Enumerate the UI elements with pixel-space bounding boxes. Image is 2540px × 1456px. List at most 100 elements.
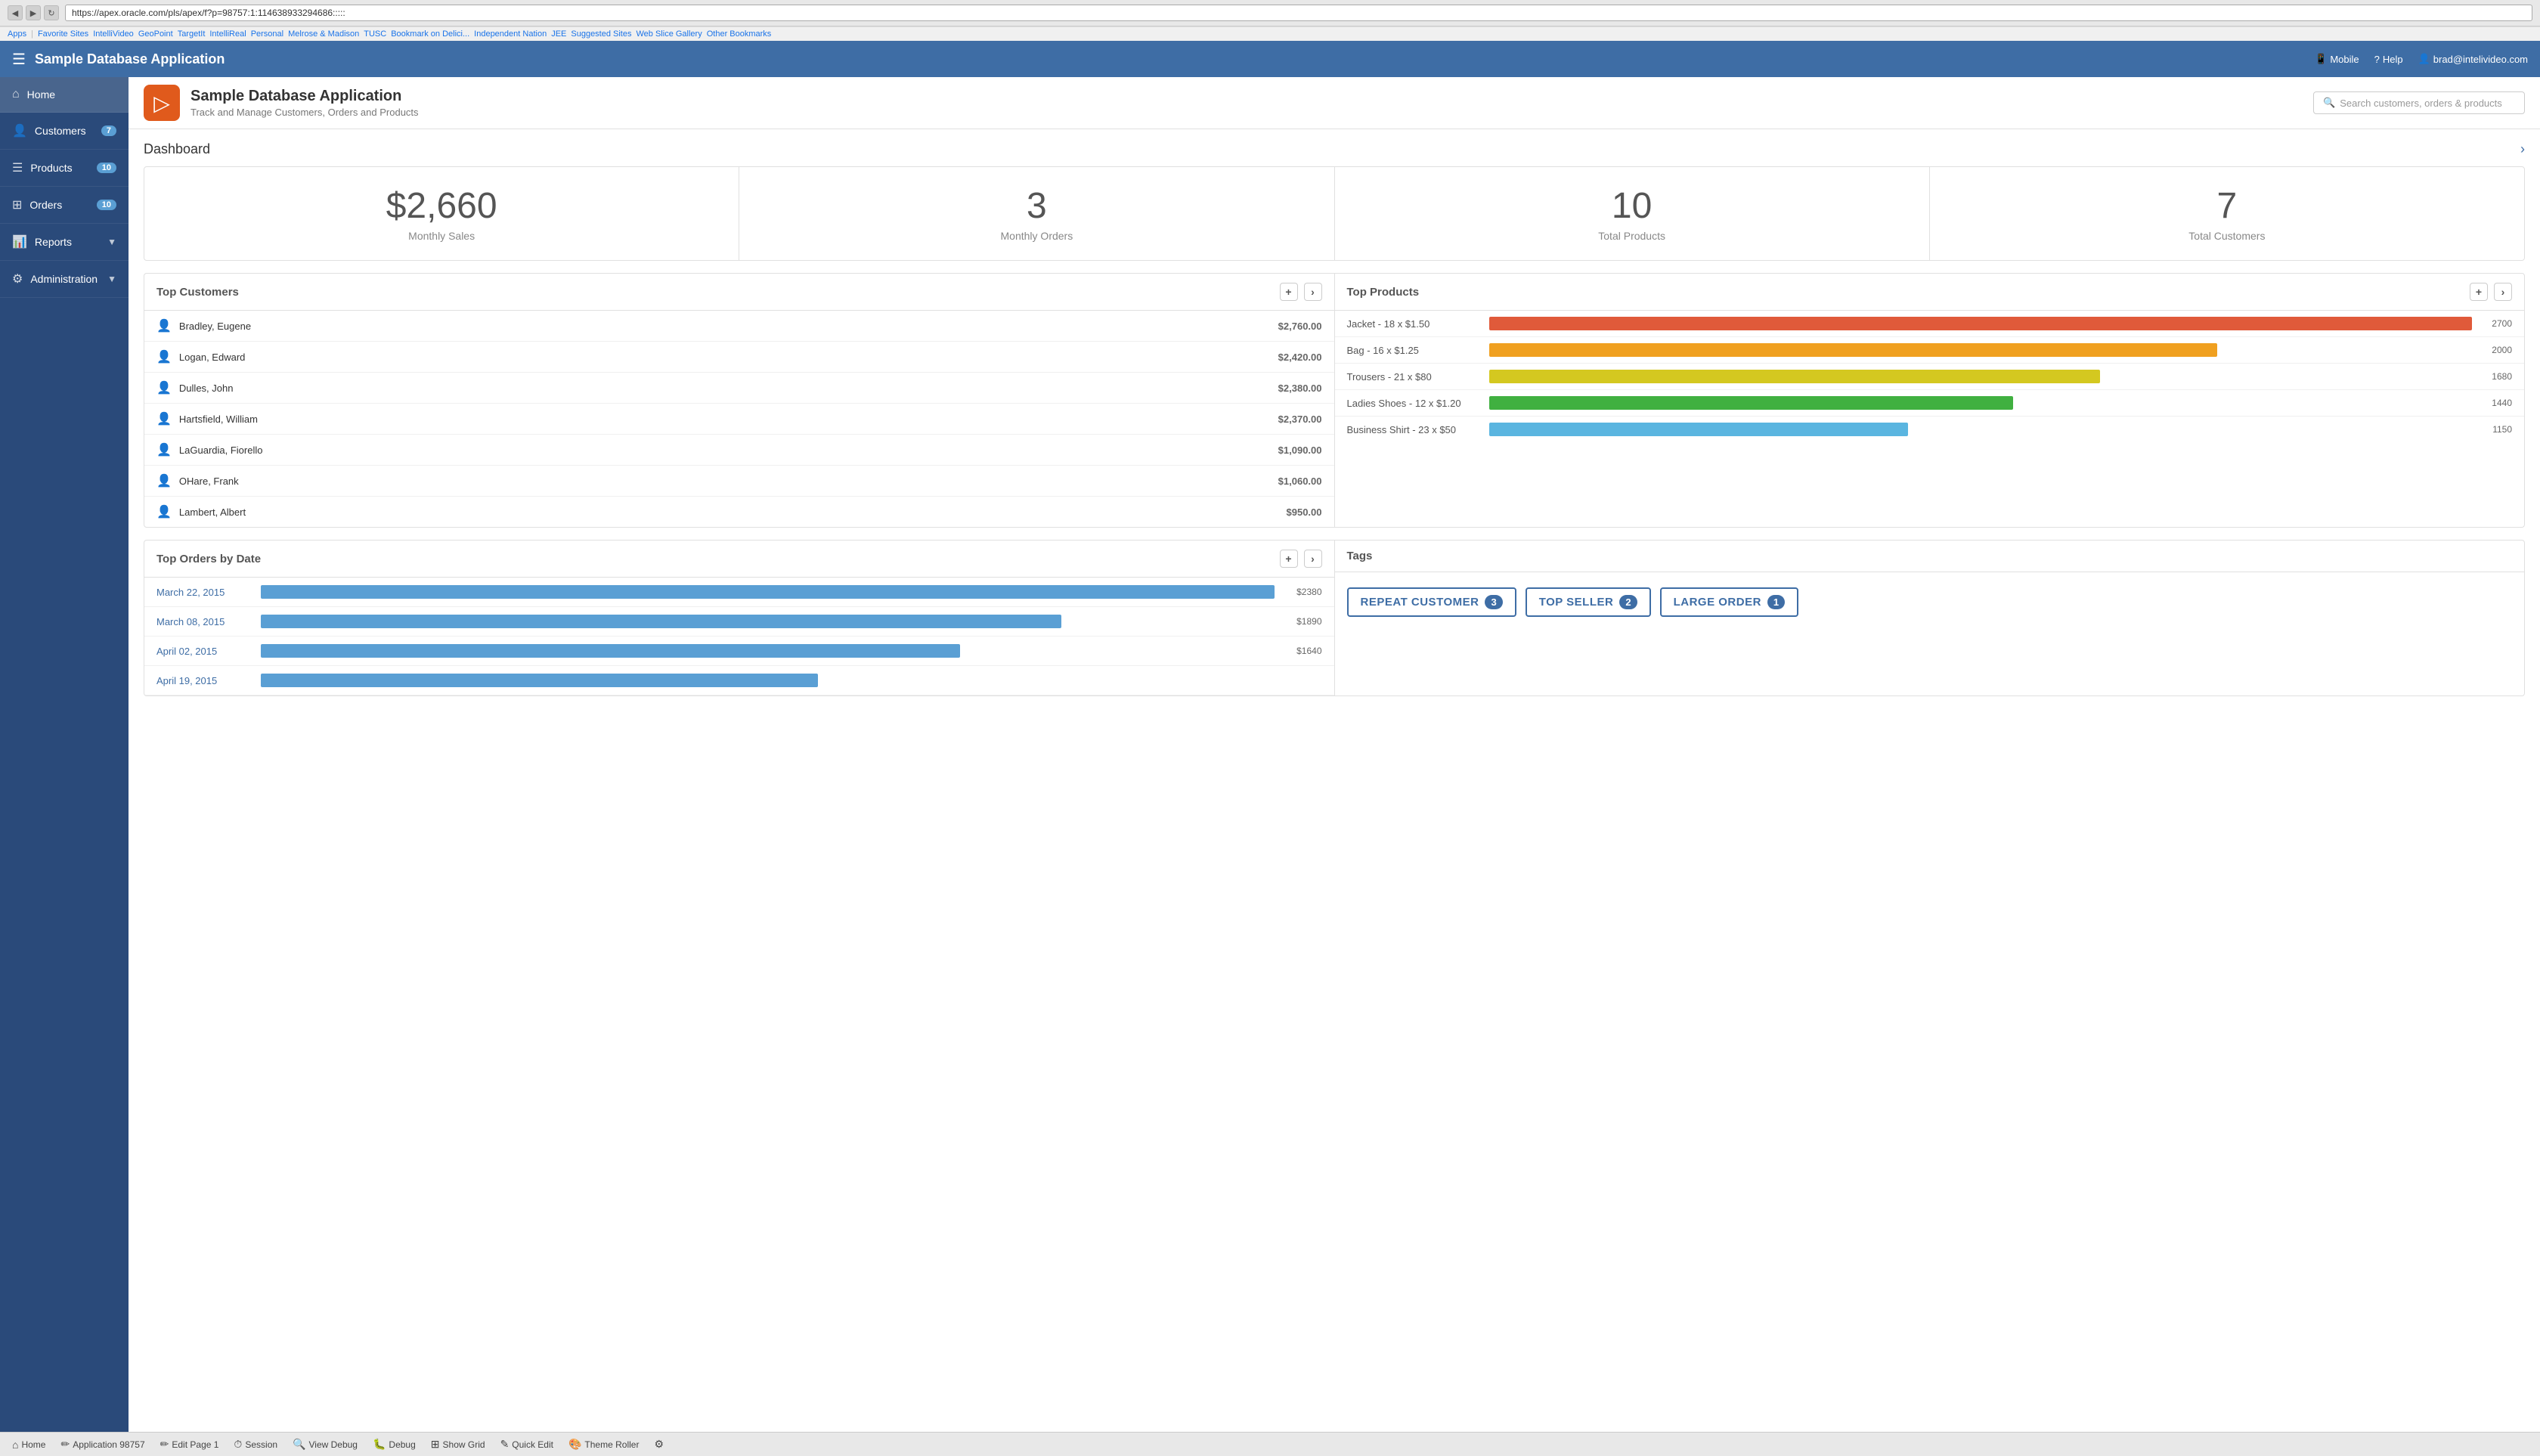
list-item[interactable]: 👤 Dulles, John $2,380.00 xyxy=(144,373,1334,404)
toolbar-debug[interactable]: 🐛 Debug xyxy=(373,1438,416,1451)
sidebar-label-administration: Administration xyxy=(30,273,104,285)
dashboard-expand-icon[interactable]: › xyxy=(2520,141,2525,157)
url-bar[interactable]: https://apex.oracle.com/pls/apex/f?p=987… xyxy=(65,5,2532,21)
app-header: ☰ Sample Database Application 📱 Mobile ?… xyxy=(0,41,2540,77)
list-item[interactable]: April 19, 2015 xyxy=(144,666,1334,695)
bookmark-nation[interactable]: Independent Nation xyxy=(474,29,547,39)
sidebar-item-administration[interactable]: ⚙ Administration ▼ xyxy=(0,261,129,298)
toolbar-debug-label: Debug xyxy=(389,1439,415,1450)
search-box[interactable]: 🔍 Search customers, orders & products xyxy=(2313,91,2525,114)
list-item[interactable]: 👤 Hartsfield, William $2,370.00 xyxy=(144,404,1334,435)
bookmark-geo[interactable]: GeoPoint xyxy=(138,29,173,39)
home-icon: ⌂ xyxy=(12,88,20,101)
list-item[interactable]: Jacket - 18 x $1.50 2700 xyxy=(1335,311,2525,337)
forward-btn[interactable]: ▶ xyxy=(26,5,41,20)
bookmark-personal[interactable]: Personal xyxy=(251,29,283,39)
sidebar-item-home[interactable]: ⌂ Home xyxy=(0,77,129,113)
customers-add-btn[interactable]: + xyxy=(1280,283,1298,301)
total-customers-label: Total Customers xyxy=(1942,230,2512,242)
list-item[interactable]: Ladies Shoes - 12 x $1.20 1440 xyxy=(1335,390,2525,417)
sidebar-item-customers[interactable]: 👤 Customers 7 xyxy=(0,113,129,150)
bookmark-other[interactable]: Other Bookmarks xyxy=(707,29,772,39)
total-products-label: Total Products xyxy=(1347,230,1917,242)
mobile-link[interactable]: 📱 Mobile xyxy=(2315,53,2359,65)
avatar-icon: 👤 xyxy=(156,473,172,488)
order-date[interactable]: March 08, 2015 xyxy=(156,616,255,627)
toolbar-settings[interactable]: ⚙ xyxy=(654,1438,664,1451)
toolbar-session[interactable]: ⏱ Session xyxy=(234,1438,277,1451)
avatar-icon: 👤 xyxy=(156,380,172,395)
dashboard-title: Dashboard xyxy=(144,141,210,157)
toolbar-showgrid-icon: ⊞ xyxy=(431,1438,440,1451)
bookmark-intelli[interactable]: IntelliVideo xyxy=(93,29,134,39)
sidebar-item-orders[interactable]: ⊞ Orders 10 xyxy=(0,187,129,224)
bookmark-melrose[interactable]: Melrose & Madison xyxy=(288,29,359,39)
toolbar-home[interactable]: ⌂ Home xyxy=(12,1439,45,1451)
order-date[interactable]: March 22, 2015 xyxy=(156,587,255,598)
user-link[interactable]: 👤 brad@intelivideo.com xyxy=(2418,53,2528,65)
list-item[interactable]: 👤 Lambert, Albert $950.00 xyxy=(144,497,1334,527)
order-date[interactable]: April 02, 2015 xyxy=(156,646,255,657)
sidebar-item-products[interactable]: ☰ Products 10 xyxy=(0,150,129,187)
list-item[interactable]: 👤 Bradley, Eugene $2,760.00 xyxy=(144,311,1334,342)
bookmark-jee[interactable]: JEE xyxy=(551,29,566,39)
toolbar-application[interactable]: ✏ Application 98757 xyxy=(60,1438,144,1451)
search-placeholder: Search customers, orders & products xyxy=(2340,98,2502,109)
orders-expand-btn[interactable]: › xyxy=(1304,550,1322,568)
tag-item[interactable]: REPEAT CUSTOMER 3 xyxy=(1347,587,1516,617)
orders-badge: 10 xyxy=(97,200,116,210)
toolbar-edit-page[interactable]: ✏ Edit Page 1 xyxy=(160,1438,219,1451)
sidebar-item-reports[interactable]: 📊 Reports ▼ xyxy=(0,224,129,261)
customer-name: Dulles, John xyxy=(179,383,1278,394)
customers-expand-btn[interactable]: › xyxy=(1304,283,1322,301)
toolbar-view-debug[interactable]: 🔍 View Debug xyxy=(293,1438,358,1451)
list-item[interactable]: 👤 OHare, Frank $1,060.00 xyxy=(144,466,1334,497)
products-expand-btn[interactable]: › xyxy=(2494,283,2512,301)
avatar-icon: 👤 xyxy=(156,318,172,333)
bookmark-tusc[interactable]: TUSC xyxy=(364,29,386,39)
list-item[interactable]: Business Shirt - 23 x $50 1150 xyxy=(1335,417,2525,442)
bookmark-target[interactable]: TargetIt xyxy=(178,29,206,39)
bookmark-suggested[interactable]: Suggested Sites xyxy=(571,29,631,39)
toolbar-theme-roller[interactable]: 🎨 Theme Roller xyxy=(568,1438,639,1451)
list-item[interactable]: Bag - 16 x $1.25 2000 xyxy=(1335,337,2525,364)
customer-amount: $2,380.00 xyxy=(1278,383,1322,394)
bookmark-intellireal[interactable]: IntelliReal xyxy=(209,29,246,39)
reload-btn[interactable]: ↻ xyxy=(44,5,59,20)
toolbar-application-icon: ✏ xyxy=(60,1438,70,1451)
toolbar-quickedit-icon: ✎ xyxy=(500,1438,510,1451)
bookmark-delici[interactable]: Bookmark on Delici... xyxy=(391,29,469,39)
product-name: Trousers - 21 x $80 xyxy=(1347,371,1483,383)
list-item[interactable]: April 02, 2015 $1640 xyxy=(144,637,1334,666)
customer-name: Hartsfield, William xyxy=(179,414,1278,425)
top-products-panel: Top Products + › Jacket - 18 x $1.50 270… xyxy=(1335,274,2525,527)
tag-item[interactable]: LARGE ORDER 1 xyxy=(1660,587,1799,617)
sidebar-label-home: Home xyxy=(27,88,116,101)
products-add-btn[interactable]: + xyxy=(2470,283,2488,301)
order-bar xyxy=(261,585,1275,599)
back-btn[interactable]: ◀ xyxy=(8,5,23,20)
toolbar-show-grid[interactable]: ⊞ Show Grid xyxy=(431,1438,485,1451)
mobile-icon: 📱 xyxy=(2315,53,2327,65)
bookmark-webslice[interactable]: Web Slice Gallery xyxy=(637,29,702,39)
order-date[interactable]: April 19, 2015 xyxy=(156,675,255,686)
toolbar-quick-edit[interactable]: ✎ Quick Edit xyxy=(500,1438,553,1451)
customer-name: Lambert, Albert xyxy=(179,507,1287,518)
sub-header: ▷ Sample Database Application Track and … xyxy=(129,77,2540,129)
order-amount: $2380 xyxy=(1281,587,1322,597)
list-item[interactable]: March 22, 2015 $2380 xyxy=(144,578,1334,607)
bookmark-fav[interactable]: Favorite Sites xyxy=(38,29,88,39)
list-item[interactable]: 👤 LaGuardia, Fiorello $1,090.00 xyxy=(144,435,1334,466)
list-item[interactable]: March 08, 2015 $1890 xyxy=(144,607,1334,637)
bottom-toolbar: ⌂ Home ✏ Application 98757 ✏ Edit Page 1… xyxy=(0,1432,2540,1456)
orders-add-btn[interactable]: + xyxy=(1280,550,1298,568)
help-icon: ? xyxy=(2374,54,2380,65)
monthly-sales-label: Monthly Sales xyxy=(156,230,726,242)
hamburger-icon[interactable]: ☰ xyxy=(12,50,26,69)
list-item[interactable]: Trousers - 21 x $80 1680 xyxy=(1335,364,2525,390)
bookmark-apps[interactable]: Apps xyxy=(8,29,26,39)
stats-row: $2,660 Monthly Sales 3 Monthly Orders 10… xyxy=(144,166,2525,261)
help-link[interactable]: ? Help xyxy=(2374,54,2403,65)
list-item[interactable]: 👤 Logan, Edward $2,420.00 xyxy=(144,342,1334,373)
tag-item[interactable]: TOP SELLER 2 xyxy=(1526,587,1651,617)
